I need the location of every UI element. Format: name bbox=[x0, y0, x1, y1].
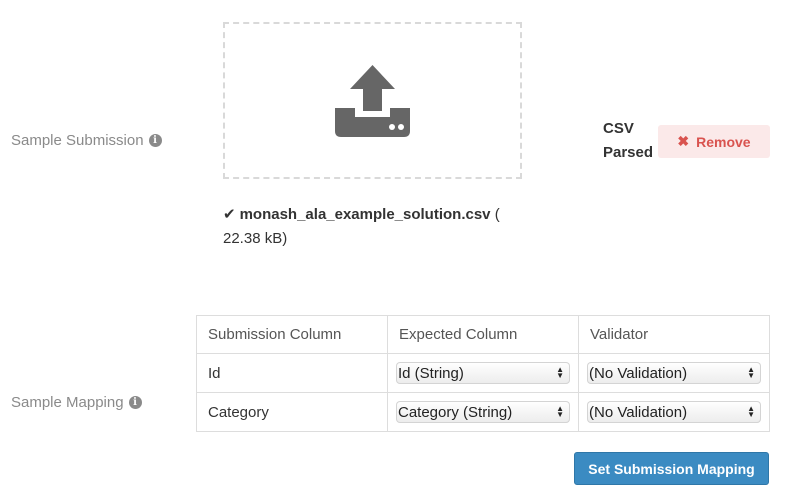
csv-parsed-status: CSV Parsed bbox=[603, 120, 654, 161]
sample-submission-label: Sample Submission i bbox=[11, 132, 162, 149]
select-arrows-icon: ▲ ▼ bbox=[556, 365, 564, 380]
select-arrows-icon: ▲ ▼ bbox=[747, 365, 755, 380]
header-submission-column: Submission Column bbox=[196, 315, 388, 354]
check-icon: ✔ bbox=[223, 206, 236, 223]
set-submission-mapping-button[interactable]: Set Submission Mapping bbox=[574, 452, 769, 485]
expected-column-select[interactable]: Id (String) ▲ ▼ bbox=[396, 362, 570, 384]
remove-button[interactable]: ✖ Remove bbox=[658, 125, 770, 158]
select-arrows-icon: ▲ ▼ bbox=[556, 404, 564, 419]
file-dropzone[interactable] bbox=[223, 22, 522, 179]
header-expected-column: Expected Column bbox=[387, 315, 579, 354]
upload-icon bbox=[335, 64, 410, 137]
info-icon[interactable]: i bbox=[128, 396, 142, 409]
mapping-table: Submission Column Expected Column Valida… bbox=[196, 315, 770, 432]
file-size: 22.38 kB) bbox=[223, 230, 288, 247]
info-icon[interactable]: i bbox=[148, 134, 162, 147]
validator-select[interactable]: (No Validation) ▲ ▼ bbox=[587, 401, 761, 423]
header-validator: Validator bbox=[578, 315, 770, 354]
submission-column-cell: Id bbox=[196, 353, 388, 393]
submission-column-cell: Category bbox=[196, 392, 388, 432]
close-icon: ✖ bbox=[677, 133, 690, 149]
sample-mapping-label: Sample Mapping i bbox=[11, 394, 142, 411]
table-row: Category Category (String) ▲ ▼ (No Valida… bbox=[196, 392, 770, 432]
validator-select[interactable]: (No Validation) ▲ ▼ bbox=[587, 362, 761, 384]
select-arrows-icon: ▲ ▼ bbox=[747, 404, 755, 419]
table-row: Id Id (String) ▲ ▼ (No Validation) ▲ ▼ bbox=[196, 353, 770, 393]
table-header-row: Submission Column Expected Column Valida… bbox=[196, 315, 770, 354]
expected-column-select[interactable]: Category (String) ▲ ▼ bbox=[396, 401, 570, 423]
file-name: monash_ala_example_solution.csv bbox=[239, 206, 491, 223]
uploaded-file-info: ✔ monash_ala_example_solution.csv ( 22.38… bbox=[223, 206, 500, 247]
